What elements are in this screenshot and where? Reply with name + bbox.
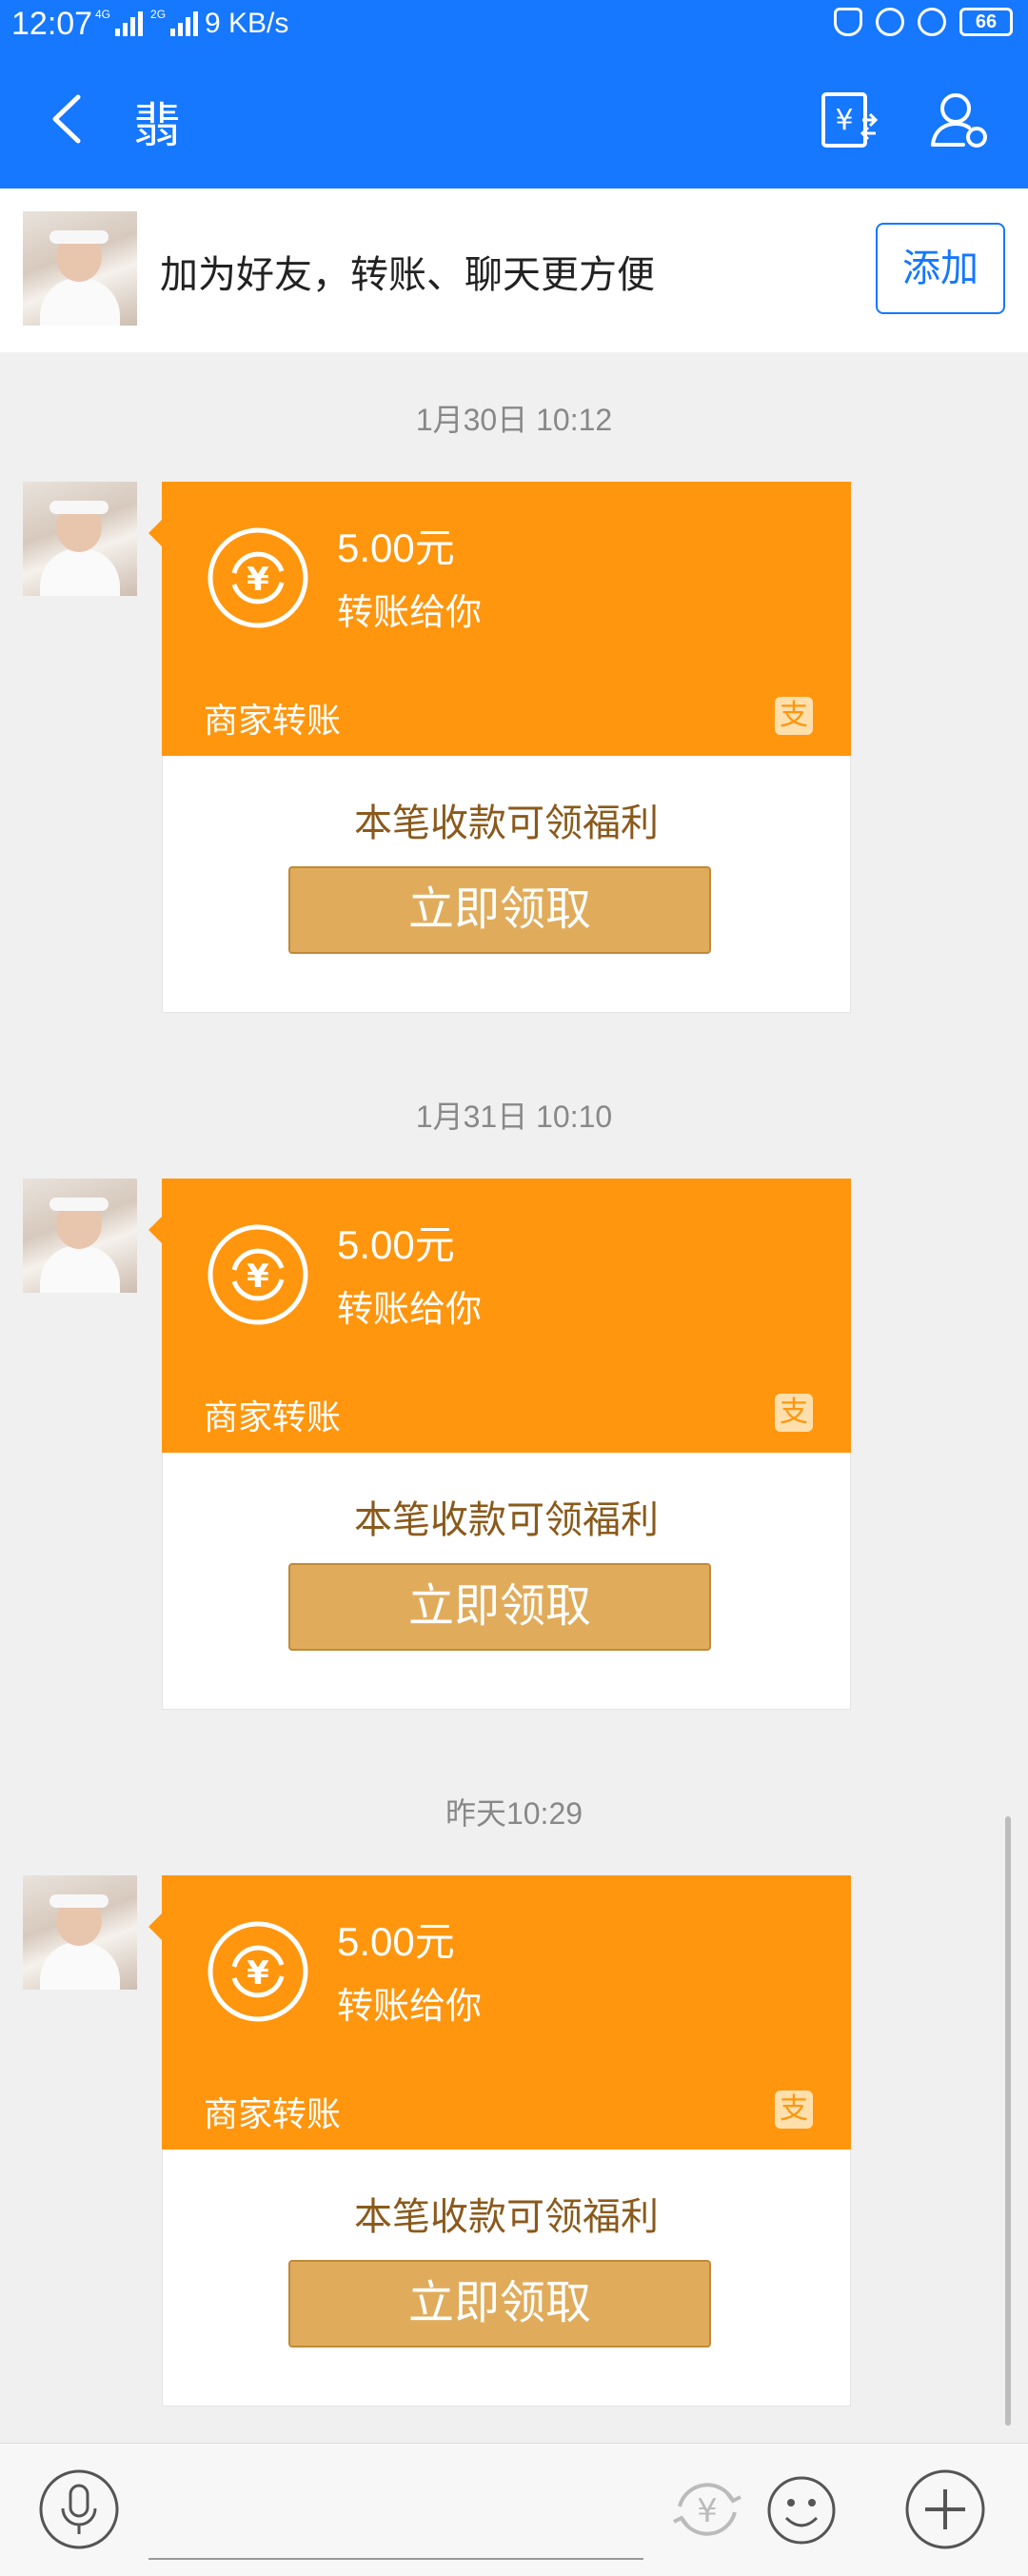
svg-text:¥: ¥ <box>247 1258 269 1296</box>
claim-button[interactable]: 立即领取 <box>288 1563 711 1651</box>
merchant-transfer-label: 商家转账 <box>204 2094 342 2133</box>
transfer-card-header[interactable]: ¥ 5.00元 转账给你 商家转账 支 <box>148 1875 851 2150</box>
yuan-transfer-icon: ¥ <box>208 527 308 628</box>
svg-text:¥: ¥ <box>247 561 269 599</box>
yuan-transfer-icon: ¥ <box>208 1921 308 2022</box>
avatar[interactable] <box>23 1179 137 1293</box>
message-timestamp: 1月31日 10:10 <box>415 1100 613 1134</box>
benefit-text: 本笔收款可领福利 <box>354 803 659 844</box>
signal-2g-icon: 2G <box>150 8 199 36</box>
microphone-icon[interactable] <box>38 2468 120 2550</box>
add-friend-banner: 加为好友，转账、聊天更方便 添加 <box>0 188 1028 352</box>
chat-header: 翡 ¥ <box>0 50 1028 188</box>
svg-text:¥: ¥ <box>697 2492 718 2530</box>
transfer-amount: 5.00元 <box>337 1919 455 1964</box>
shield-icon <box>834 8 862 36</box>
transfer-card[interactable]: ¥ 5.00元 转账给你 商家转账 支 本笔收款可领福利 立即领取 <box>148 1179 851 1710</box>
yuan-transfer-icon[interactable]: ¥ <box>666 2468 748 2550</box>
plus-icon[interactable] <box>904 2468 986 2550</box>
scrollbar[interactable] <box>1005 1816 1011 2426</box>
transfer-subtitle: 转账给你 <box>337 1987 483 2027</box>
transfer-amount: 5.00元 <box>337 1222 455 1267</box>
transfer-subtitle: 转账给你 <box>337 1290 483 1330</box>
message-input[interactable] <box>148 2558 643 2560</box>
transfer-card[interactable]: ¥ 5.00元 转账给你 商家转账 支 本笔收款可领福利 立即领取 <box>148 482 851 1013</box>
chat-input-bar: ¥ <box>0 2443 1028 2576</box>
emoji-icon[interactable] <box>765 2474 838 2546</box>
transfer-card[interactable]: ¥ 5.00元 转账给你 商家转账 支 本笔收款可领福利 立即领取 <box>148 1875 851 2407</box>
chevron-left-icon[interactable] <box>46 93 88 145</box>
transfer-card-header[interactable]: ¥ 5.00元 转账给你 商家转账 支 <box>148 482 851 756</box>
alipay-icon: 支 <box>775 1394 813 1432</box>
benefit-text: 本笔收款可领福利 <box>354 1499 659 1541</box>
benefit-section: 本笔收款可领福利 立即领取 <box>162 756 851 1013</box>
network-speed: 9 KB/s <box>205 8 289 39</box>
battery-icon: 66 <box>959 8 1013 36</box>
transfer-card-header[interactable]: ¥ 5.00元 转账给你 商家转账 支 <box>148 1179 851 1453</box>
lock-icon <box>876 8 904 36</box>
alarm-icon <box>918 8 946 36</box>
avatar[interactable] <box>23 482 137 596</box>
chat-title: 翡 <box>133 99 181 152</box>
claim-button[interactable]: 立即领取 <box>288 866 711 954</box>
alipay-icon: 支 <box>775 697 813 735</box>
signal-4g-icon: 4G <box>95 8 144 36</box>
bill-transfer-icon[interactable]: ¥ <box>820 91 878 149</box>
network-type-2: 2G <box>150 8 167 21</box>
benefit-section: 本笔收款可领福利 立即领取 <box>162 2150 851 2407</box>
status-bar: 12:07 4G 2G 9 KB/s 66 <box>0 0 1028 50</box>
add-friend-prompt: 加为好友，转账、聊天更方便 <box>160 254 655 296</box>
message-timestamp: 昨天10:29 <box>445 1796 583 1831</box>
status-time: 12:07 <box>11 6 93 42</box>
avatar[interactable] <box>23 211 137 326</box>
svg-text:¥: ¥ <box>835 104 853 137</box>
signal-indicators: 4G 2G <box>95 8 199 36</box>
transfer-subtitle: 转账给你 <box>337 593 483 633</box>
svg-text:¥: ¥ <box>247 1954 269 1992</box>
merchant-transfer-label: 商家转账 <box>204 701 342 740</box>
alipay-icon: 支 <box>775 2091 813 2129</box>
network-type-1: 4G <box>95 8 111 21</box>
claim-button[interactable]: 立即领取 <box>288 2260 711 2348</box>
message-timestamp: 1月30日 10:12 <box>415 403 613 437</box>
add-friend-button[interactable]: 添加 <box>876 223 1005 314</box>
benefit-section: 本笔收款可领福利 立即领取 <box>162 1453 851 1710</box>
avatar[interactable] <box>23 1875 137 1990</box>
user-settings-icon[interactable] <box>929 89 990 150</box>
status-right-icons: 66 <box>834 8 1013 36</box>
yuan-transfer-icon: ¥ <box>208 1224 308 1325</box>
merchant-transfer-label: 商家转账 <box>204 1397 342 1437</box>
benefit-text: 本笔收款可领福利 <box>354 2196 659 2238</box>
transfer-amount: 5.00元 <box>337 525 455 570</box>
